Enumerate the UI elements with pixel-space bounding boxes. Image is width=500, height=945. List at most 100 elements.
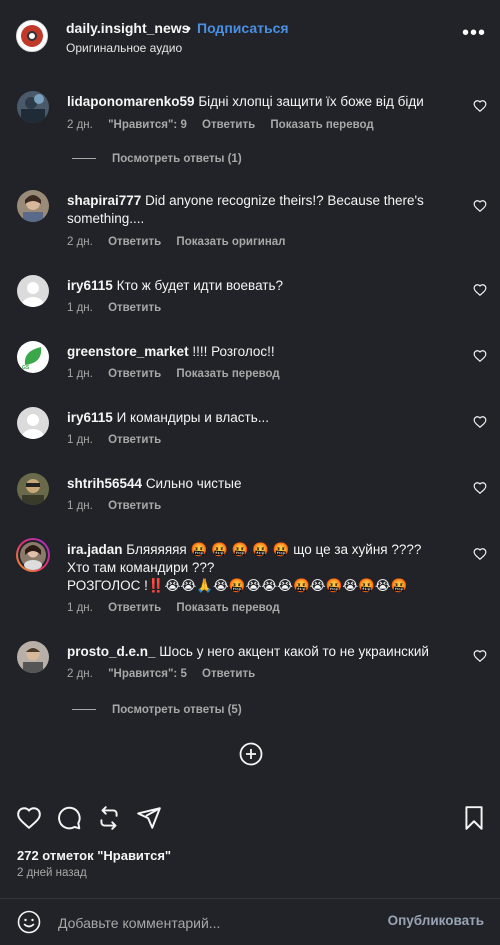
separator-dot: • <box>186 20 191 36</box>
publish-button[interactable]: Опубликовать <box>388 913 484 928</box>
original-audio-link[interactable]: Оригинальное аудио <box>66 41 182 55</box>
avatar[interactable] <box>17 190 49 222</box>
comment-meta: 2 дн. "Нравится": 5 Ответить <box>67 668 267 680</box>
like-heart-icon[interactable] <box>473 547 487 561</box>
header-username[interactable]: daily.insight_news <box>66 20 189 36</box>
like-heart-icon[interactable] <box>473 415 487 429</box>
comment-text: iry6115 И командиры и власть... <box>67 409 460 427</box>
avatar[interactable] <box>17 641 49 673</box>
comment-meta: 1 дн. Ответить <box>67 434 173 446</box>
like-icon[interactable] <box>16 805 42 831</box>
comment-username[interactable]: ira.jadan <box>67 542 123 557</box>
post-header: daily.insight_news • Подписаться Оригина… <box>0 0 500 72</box>
comment-icon[interactable] <box>56 805 82 831</box>
comment-username[interactable]: prosto_d.e.n_ <box>67 644 156 659</box>
comment-composer: Опубликовать <box>0 898 500 945</box>
show-original-button[interactable]: Показать оригинал <box>176 236 285 248</box>
reply-button[interactable]: Ответить <box>108 368 161 380</box>
avatar-photo-icon <box>17 473 49 505</box>
translate-button[interactable]: Показать перевод <box>176 602 279 614</box>
comment-meta: 1 дн. Ответить <box>67 500 173 512</box>
comment-time: 2 дн. <box>67 668 93 680</box>
view-replies-button[interactable]: Посмотреть ответы (1) <box>72 153 242 165</box>
logo-icon <box>21 25 43 47</box>
like-heart-icon[interactable] <box>473 283 487 297</box>
comment-text: lidaponomarenko59 Бідні хлопці защити їх… <box>67 93 460 111</box>
translate-button[interactable]: Показать перевод <box>176 368 279 380</box>
comment-text: prosto_d.e.n_ Шось у него акцент какой т… <box>67 643 460 661</box>
follow-button[interactable]: Подписаться <box>197 20 289 36</box>
comment-time: 1 дн. <box>67 500 93 512</box>
like-heart-icon[interactable] <box>473 481 487 495</box>
avatar[interactable] <box>15 537 51 573</box>
story-ring-avatar-icon <box>16 538 50 572</box>
default-avatar-icon <box>17 275 49 307</box>
avatar[interactable] <box>17 473 49 505</box>
avatar[interactable]: GS <box>17 341 49 373</box>
post-likes-count[interactable]: 272 отметок "Нравится" <box>17 848 171 863</box>
avatar[interactable] <box>17 275 49 307</box>
comment-body: Сильно чистые <box>145 476 242 491</box>
likes-count[interactable]: "Нравится": 5 <box>108 668 187 680</box>
comment-body: И командиры и власть... <box>116 410 269 425</box>
comment-username[interactable]: greenstore_market <box>67 344 189 359</box>
more-options-icon[interactable]: ••• <box>462 23 486 43</box>
comment-username[interactable]: shapirai777 <box>67 193 141 208</box>
post-action-bar <box>0 805 500 833</box>
comment-body: Кто ж будет идти воевать? <box>116 278 284 293</box>
comment-username[interactable]: shtrih56544 <box>67 476 142 491</box>
translate-button[interactable]: Показать перевод <box>270 119 373 131</box>
comment-meta: 2 дн. "Нравится": 9 Ответить Показать пе… <box>67 119 386 131</box>
comment-body: Бляяяяяя 🤬 🤬 🤬 🤬 🤬 що це за хуйня ???? <box>126 542 422 557</box>
comment-time: 2 дн. <box>67 119 93 131</box>
avatar[interactable] <box>17 91 49 123</box>
reply-button[interactable]: Ответить <box>108 236 161 248</box>
comment-meta: 1 дн. Ответить Показать перевод <box>67 368 292 380</box>
comment-text: shtrih56544 Сильно чистые <box>67 475 460 493</box>
repost-icon[interactable] <box>96 805 122 831</box>
reply-button[interactable]: Ответить <box>108 434 161 446</box>
comment-meta: 1 дн. Ответить Показать перевод <box>67 602 292 614</box>
like-heart-icon[interactable] <box>473 99 487 113</box>
emoji-icon[interactable] <box>17 910 41 934</box>
comment-body: Шось у него акцент какой то не украински… <box>159 644 429 659</box>
comment-username[interactable]: lidaponomarenko59 <box>67 94 195 109</box>
comment-body-line2: Хто там командири ??? <box>67 560 215 575</box>
avatar[interactable] <box>17 407 49 439</box>
likes-count[interactable]: "Нравится": 9 <box>108 119 187 131</box>
reply-button[interactable]: Ответить <box>108 302 161 314</box>
load-more-comments-icon[interactable] <box>239 742 263 766</box>
comment-time: 1 дн. <box>67 434 93 446</box>
comment-input[interactable] <box>56 911 360 935</box>
comment-time: 2 дн. <box>67 236 93 248</box>
reply-button[interactable]: Ответить <box>108 602 161 614</box>
comment-username[interactable]: iry6115 <box>67 278 113 293</box>
default-avatar-icon <box>17 407 49 439</box>
comment-meta: 2 дн. Ответить Показать оригинал <box>67 236 298 248</box>
bookmark-icon[interactable] <box>461 805 487 831</box>
avatar-photo-icon <box>17 190 49 222</box>
like-heart-icon[interactable] <box>473 649 487 663</box>
comment-text: greenstore_market !!!! Розголос!! <box>67 343 460 361</box>
leaf-logo-icon: GS <box>17 341 49 373</box>
reply-button[interactable]: Ответить <box>202 119 255 131</box>
avatar-photo-icon <box>17 91 49 123</box>
comment-time: 1 дн. <box>67 602 93 614</box>
comment-text: iry6115 Кто ж будет идти воевать? <box>67 277 460 295</box>
post-time[interactable]: 2 дней назад <box>17 867 87 879</box>
comment-text: ira.jadan Бляяяяяя 🤬 🤬 🤬 🤬 🤬 що це за ху… <box>67 541 460 595</box>
account-avatar[interactable] <box>16 20 48 52</box>
comment-body: Бідні хлопці защити їх боже від біди <box>198 94 424 109</box>
share-icon[interactable] <box>136 805 162 831</box>
view-replies-button[interactable]: Посмотреть ответы (5) <box>72 704 242 716</box>
reply-button[interactable]: Ответить <box>202 668 255 680</box>
comment-meta: 1 дн. Ответить <box>67 302 173 314</box>
comment-body: !!!! Розголос!! <box>192 344 275 359</box>
like-heart-icon[interactable] <box>473 199 487 213</box>
comment-time: 1 дн. <box>67 302 93 314</box>
svg-text:GS: GS <box>22 365 30 371</box>
like-heart-icon[interactable] <box>473 349 487 363</box>
comment-time: 1 дн. <box>67 368 93 380</box>
comment-username[interactable]: iry6115 <box>67 410 113 425</box>
reply-button[interactable]: Ответить <box>108 500 161 512</box>
